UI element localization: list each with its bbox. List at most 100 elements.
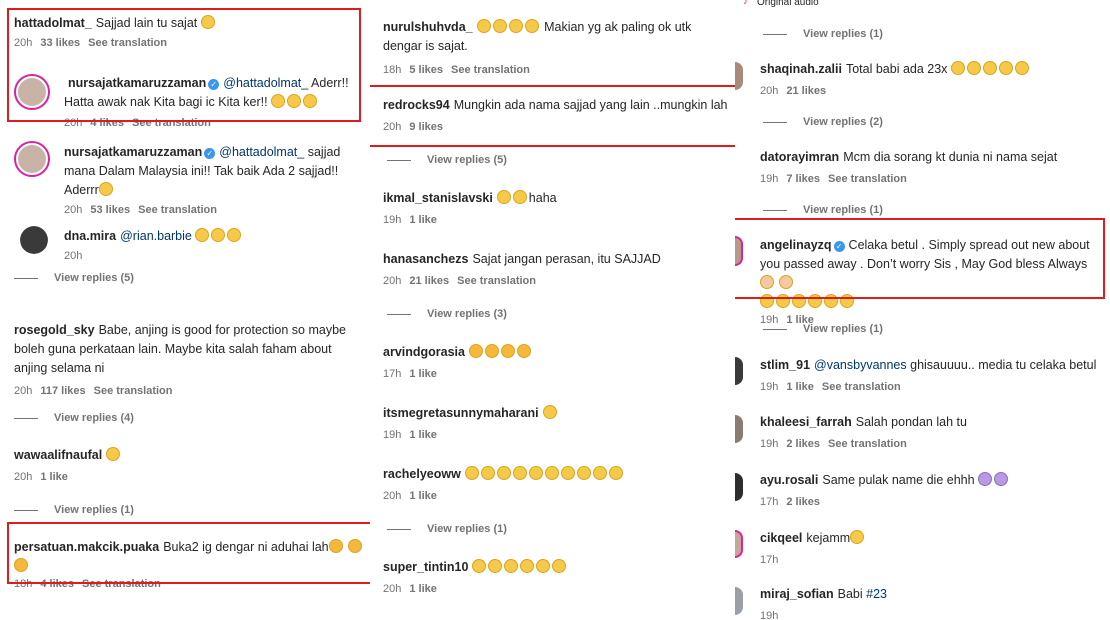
comment-username[interactable]: shaqinah.zalii [760,62,842,76]
comment-likes[interactable]: 1 like [409,214,437,226]
comment-likes[interactable]: 7 likes [786,173,820,185]
comment-text: Total babi ada 23x [845,62,948,76]
original-audio-label[interactable]: Original audio [757,0,819,8]
comment-time[interactable]: 20h [383,583,401,595]
laughing-emoji-icon [592,466,607,480]
view-replies-button[interactable]: View replies (3) [387,308,507,320]
comment-item: stlim_91 @vansbyvannes ghisauuuu.. media … [760,356,1105,395]
comment-likes[interactable]: 117 likes [40,385,85,397]
comment-likes[interactable]: 2 likes [786,496,820,508]
comment-time[interactable]: 17h [760,554,778,566]
view-replies-label: View replies (5) [427,154,507,166]
comment-reply-item: nursajatkamaruzzaman ✓ @hattadolmat_ sajja… [64,143,354,218]
comment-time[interactable]: 20h [383,490,401,502]
comment-likes[interactable]: 1 like [409,583,437,595]
comment-username[interactable]: datorayimran [760,150,839,164]
see-translation-link[interactable]: See translation [822,381,901,393]
comment-time[interactable]: 20h [383,275,401,287]
comment-likes[interactable]: 21 likes [409,275,449,287]
view-replies-button[interactable]: View replies (1) [763,323,883,335]
comment-time[interactable]: 20h [14,471,32,483]
comment-username[interactable]: hanasanchezs [383,252,468,266]
woman-emoji-icon [978,472,993,486]
comment-username[interactable]: rosegold_sky [14,323,95,337]
user-avatar[interactable] [20,226,48,254]
see-translation-link[interactable]: See translation [828,438,907,450]
user-avatar[interactable] [735,587,743,615]
comment-item: shaqinah.zalii Total babi ada 23x 20h 21 l… [760,60,1100,99]
comment-username[interactable]: super_tintin10 [383,560,468,574]
comment-likes[interactable]: 2 likes [786,438,820,450]
mention-link[interactable]: @vansbyvannes [814,358,907,372]
comment-time[interactable]: 19h [383,429,401,441]
comment-username[interactable]: khaleesi_farrah [760,415,852,429]
user-avatar[interactable] [735,357,743,385]
hashtag-link[interactable]: #23 [866,587,887,601]
comment-username[interactable]: stlim_91 [760,358,810,372]
comment-username[interactable]: miraj_sofian [760,587,834,601]
comment-username[interactable]: dna.mira [64,229,116,243]
laughing-emoji-icon [106,447,121,461]
comment-username[interactable]: itsmegretasunnymaharani [383,406,539,420]
see-translation-link[interactable]: See translation [138,204,217,216]
user-avatar[interactable] [735,62,743,90]
view-replies-button[interactable]: View replies (1) [763,204,883,216]
comment-username[interactable]: cikqeel [760,531,802,545]
view-replies-button[interactable]: View replies (4) [14,412,134,424]
comment-likes[interactable]: 21 likes [786,85,826,97]
comment-item: hanasanchezs Sajat jangan perasan, itu SA… [383,250,723,289]
see-translation-link[interactable]: See translation [828,173,907,185]
comment-time[interactable]: 20h [14,385,32,397]
view-replies-button[interactable]: View replies (2) [763,116,883,128]
comment-username[interactable]: rachelyeoww [383,467,461,481]
user-avatar[interactable] [735,530,743,558]
comment-likes[interactable]: 53 likes [90,204,130,216]
comment-username[interactable]: ikmal_stanislavski [383,191,493,205]
comment-likes[interactable]: 1 like [786,381,814,393]
comment-likes[interactable]: 1 like [409,368,437,380]
comment-likes[interactable]: 1 like [409,429,437,441]
comment-time[interactable]: 20h [64,250,82,262]
comment-time[interactable]: 19h [760,438,778,450]
user-avatar[interactable] [14,141,50,177]
comment-likes[interactable]: 5 likes [409,64,443,76]
mention-link[interactable]: @rian.barbie [120,229,192,243]
comment-username[interactable]: wawaalifnaufal [14,448,102,462]
comment-username[interactable]: nurulshuhvda_ [383,20,473,34]
comment-time[interactable]: 20h [64,204,82,216]
comment-item: nurulshuhvda_ Makian yg ak paling ok utk… [383,18,723,78]
see-translation-link[interactable]: See translation [451,64,530,76]
view-replies-button[interactable]: View replies (1) [387,523,507,535]
laughing-emoji-icon [98,182,113,196]
user-avatar[interactable] [735,415,743,443]
laughing-emoji-icon [608,466,623,480]
laughing-emoji-icon [492,19,507,33]
comment-likes[interactable]: 1 like [40,471,68,483]
view-replies-button[interactable]: View replies (1) [763,28,883,40]
comment-username[interactable]: nursajatkamaruzzaman [64,145,202,159]
see-translation-link[interactable]: See translation [94,385,173,397]
comment-time[interactable]: 18h [383,64,401,76]
comment-text: kejamm [806,531,851,545]
comment-username[interactable]: arvindgorasia [383,345,465,359]
comment-time[interactable]: 20h [760,85,778,97]
comment-time[interactable]: 17h [760,496,778,508]
view-replies-button[interactable]: View replies (1) [14,504,134,516]
mention-link[interactable]: @hattadolmat_ [219,145,304,159]
divider [387,528,411,530]
comment-time[interactable]: 19h [760,610,778,620]
comment-time[interactable]: 19h [760,173,778,185]
comment-username[interactable]: ayu.rosali [760,473,818,487]
comment-time[interactable]: 17h [383,368,401,380]
comment-likes[interactable]: 1 like [409,490,437,502]
laughing-emoji-icon [488,559,503,573]
see-translation-link[interactable]: See translation [457,275,536,287]
comment-time[interactable]: 19h [383,214,401,226]
view-replies-label: View replies (5) [54,272,134,284]
view-replies-button[interactable]: View replies (5) [387,154,507,166]
view-replies-button[interactable]: View replies (5) [14,272,134,284]
user-avatar[interactable] [735,473,743,501]
comment-time[interactable]: 19h [760,381,778,393]
highlight-box [370,85,735,147]
laughing-emoji-icon [850,530,865,544]
